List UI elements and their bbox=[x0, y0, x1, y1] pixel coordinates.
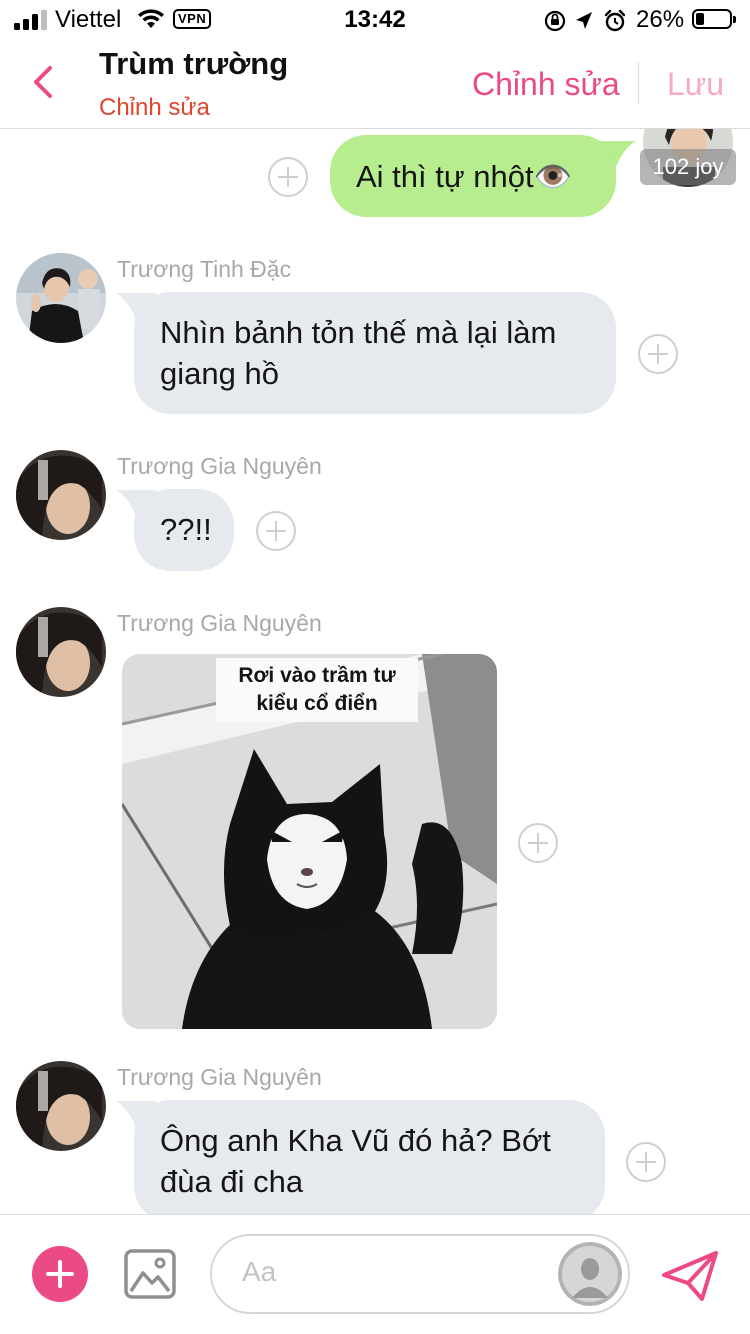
avatar[interactable] bbox=[16, 450, 106, 540]
chat-subtitle[interactable]: Chỉnh sửa bbox=[99, 94, 210, 122]
message-composer: Aa bbox=[0, 1214, 750, 1334]
message-input-placeholder: Aa bbox=[242, 1256, 277, 1287]
message-bubble[interactable]: Nhìn bảnh tỏn thế mà lại làm giang hồ bbox=[134, 292, 616, 414]
image-icon[interactable] bbox=[124, 1249, 176, 1299]
status-icons bbox=[544, 9, 626, 32]
message-list[interactable]: Ai thì tự nhột👁️ 102 joy Trương Tinh Đặc… bbox=[0, 129, 750, 1214]
message-input[interactable]: Aa bbox=[210, 1234, 630, 1314]
message-text: Ông anh Kha Vũ đó hả? Bớt đùa đi cha bbox=[160, 1123, 551, 1199]
self-name-label: 102 joy bbox=[640, 149, 736, 185]
sender-name: Trương Tinh Đặc bbox=[117, 256, 292, 282]
battery-percent: 26% bbox=[636, 6, 685, 33]
message-text: Ai thì tự nhột👁️ bbox=[356, 159, 573, 194]
message-bubble[interactable]: Ông anh Kha Vũ đó hả? Bớt đùa đi cha bbox=[134, 1100, 605, 1214]
location-arrow-icon bbox=[576, 12, 592, 29]
avatar[interactable] bbox=[16, 253, 106, 343]
chevron-left-icon[interactable] bbox=[28, 62, 58, 102]
message-bubble[interactable]: Ai thì tự nhột👁️ bbox=[330, 135, 616, 217]
message-text: Nhìn bảnh tỏn thế mà lại làm giang hồ bbox=[160, 315, 557, 391]
sender-name: Trương Gia Nguyên bbox=[117, 610, 322, 636]
chat-title[interactable]: Trùm trường bbox=[99, 46, 288, 82]
battery-level-fill bbox=[696, 13, 704, 25]
add-reaction-icon[interactable] bbox=[268, 157, 308, 197]
image-message[interactable]: Rơi vào trầm tư kiểu cổ điển bbox=[122, 654, 497, 1029]
edit-button[interactable]: Chỉnh sửa bbox=[472, 66, 620, 103]
avatar[interactable] bbox=[16, 607, 106, 697]
header-divider bbox=[638, 62, 639, 104]
add-reaction-icon[interactable] bbox=[256, 511, 296, 551]
sender-name: Trương Gia Nguyên bbox=[117, 453, 322, 479]
image-caption: Rơi vào trầm tư kiểu cổ điển bbox=[216, 658, 418, 722]
add-reaction-icon[interactable] bbox=[518, 823, 558, 863]
chat-header: Trùm trường Chỉnh sửa Chỉnh sửa Lưu bbox=[0, 40, 750, 129]
message-text: ??!! bbox=[160, 512, 212, 547]
save-button[interactable]: Lưu bbox=[667, 66, 724, 103]
alarm-icon bbox=[604, 9, 626, 32]
sender-name: Trương Gia Nguyên bbox=[117, 1064, 322, 1090]
battery-icon bbox=[692, 9, 736, 29]
send-icon[interactable] bbox=[660, 1249, 720, 1303]
avatar[interactable] bbox=[16, 1061, 106, 1151]
avatar-icon[interactable] bbox=[558, 1242, 622, 1306]
status-bar: Viettel VPN 13:42 26% bbox=[0, 0, 750, 40]
chat-screen: Viettel VPN 13:42 26% Trùm trường Chỉnh … bbox=[0, 0, 750, 1334]
add-reaction-icon[interactable] bbox=[638, 334, 678, 374]
orientation-lock-icon bbox=[544, 10, 566, 32]
plus-icon[interactable] bbox=[32, 1246, 88, 1302]
message-bubble[interactable]: ??!! bbox=[134, 489, 234, 571]
add-reaction-icon[interactable] bbox=[626, 1142, 666, 1182]
